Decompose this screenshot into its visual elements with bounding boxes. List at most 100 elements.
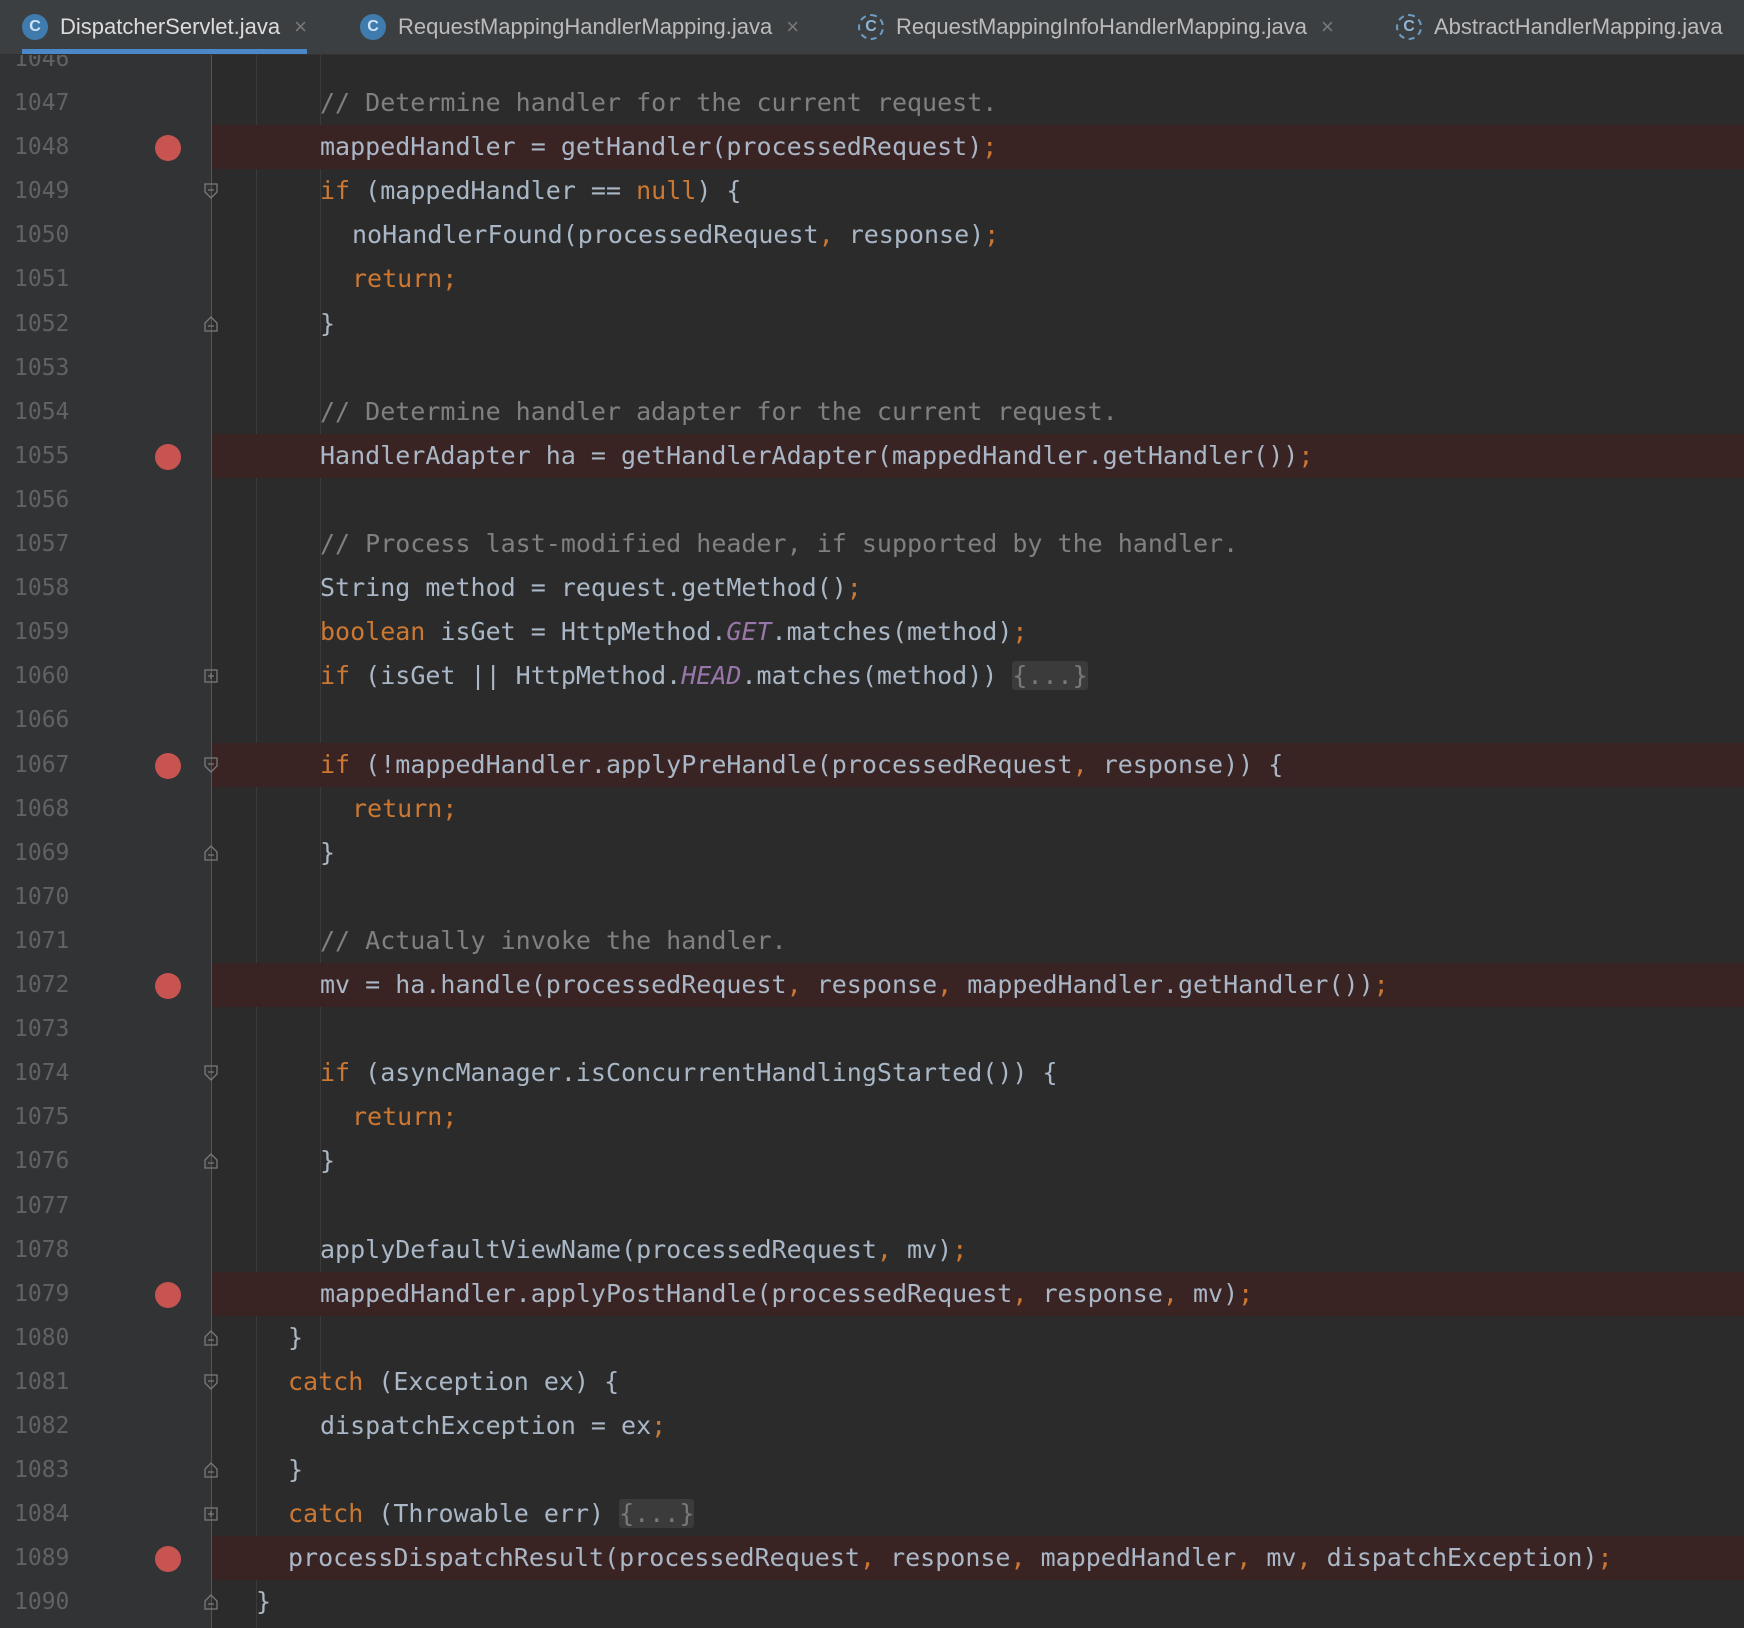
code-text: // Actually invoke the handler. xyxy=(320,919,787,963)
tab-abstracthandlermapping[interactable]: C AbstractHandlerMapping.java xyxy=(1396,0,1723,54)
breakpoint-icon[interactable] xyxy=(155,443,181,470)
code-line[interactable]: 1080} xyxy=(0,1316,1744,1360)
keyword-token: null xyxy=(636,176,697,206)
keyword-token: , xyxy=(1012,1278,1028,1308)
fold-end-icon[interactable] xyxy=(204,1153,218,1170)
tab-label: RequestMappingHandlerMapping.java xyxy=(398,14,773,39)
code-text: return; xyxy=(352,1095,457,1139)
fold-end-icon[interactable] xyxy=(204,1594,218,1611)
code-line[interactable]: 1051 return; xyxy=(0,257,1744,301)
line-number: 1048 xyxy=(14,134,70,161)
fold-end-icon[interactable] xyxy=(204,844,218,861)
code-text: HandlerAdapter ha = getHandlerAdapter(ma… xyxy=(320,434,1313,478)
breakpoint-icon[interactable] xyxy=(155,752,181,779)
line-number: 1073 xyxy=(14,1016,70,1043)
code-editor[interactable]: 1046 1047 // Determine handler for the cur… xyxy=(0,55,1744,1628)
keyword-token: ; xyxy=(1238,1278,1254,1308)
editor-tab-bar: C DispatcherServlet.java × C RequestMappingH… xyxy=(0,0,1744,55)
code-line[interactable]: 1078 applyDefaultViewName(processedReques… xyxy=(0,1228,1744,1272)
folded-region[interactable]: {...} xyxy=(1012,661,1088,691)
code-line[interactable]: 1058 String method = request.getMethod(); xyxy=(0,566,1744,610)
code-line[interactable]: 1083} xyxy=(0,1448,1744,1492)
code-line[interactable]: 1071 // Actually invoke the handler. xyxy=(0,919,1744,963)
code-line[interactable]: 1072 mv = ha.handle(processedRequest, res… xyxy=(0,963,1744,1007)
code-text: dispatchException = ex; xyxy=(320,1404,666,1448)
code-line[interactable]: 1074 if (asyncManager.isConcurrentHandlin… xyxy=(0,1051,1744,1095)
code-token: String method = request.getMethod() xyxy=(320,573,847,603)
comment-token: // Actually invoke the handler. xyxy=(320,925,787,955)
keyword-token: ; xyxy=(1012,617,1028,647)
code-line[interactable]: 1047 // Determine handler for the current… xyxy=(0,81,1744,125)
code-line[interactable]: 1057 // Process last-modified header, if … xyxy=(0,522,1744,566)
code-line[interactable]: 1075 return; xyxy=(0,1095,1744,1139)
code-line[interactable]: 1054 // Determine handler adapter for the… xyxy=(0,390,1744,434)
code-line[interactable]: 1068 return; xyxy=(0,787,1744,831)
fold-collapse-icon[interactable] xyxy=(204,183,218,200)
close-icon[interactable]: × xyxy=(786,14,799,40)
code-line[interactable]: 1082 dispatchException = ex; xyxy=(0,1404,1744,1448)
keyword-token: , xyxy=(876,1234,892,1264)
line-number: 1068 xyxy=(14,795,70,822)
tab-dispatcherservlet[interactable]: C DispatcherServlet.java × xyxy=(22,0,307,54)
code-text: catch (Throwable err) {...} xyxy=(288,1492,695,1536)
keyword-token: if xyxy=(320,661,351,691)
tab-label: AbstractHandlerMapping.java xyxy=(1434,14,1723,39)
code-line[interactable]: 1090} xyxy=(0,1580,1744,1624)
line-number: 1059 xyxy=(14,619,70,646)
line-number: 1049 xyxy=(14,178,70,205)
breakpoint-icon[interactable] xyxy=(155,973,181,999)
breakpoint-icon[interactable] xyxy=(155,1281,181,1308)
fold-expand-icon[interactable] xyxy=(204,668,218,684)
line-number: 1071 xyxy=(14,927,70,954)
keyword-token: return; xyxy=(352,793,458,823)
code-line[interactable]: 1069} xyxy=(0,831,1744,875)
code-line[interactable]: 1059 boolean isGet = HttpMethod.GET.match… xyxy=(0,610,1744,654)
code-line[interactable]: 1073 xyxy=(0,1007,1744,1051)
line-number: 1055 xyxy=(14,442,70,469)
fold-end-icon[interactable] xyxy=(204,315,218,332)
code-token: response xyxy=(875,1543,1011,1573)
code-text: // Determine handler adapter for the cur… xyxy=(320,390,1118,434)
fold-expand-icon[interactable] xyxy=(204,1506,218,1522)
code-line[interactable]: 1089 processDispatchResult(processedReque… xyxy=(0,1536,1744,1581)
code-line[interactable]: 1056 xyxy=(0,478,1744,522)
code-line[interactable]: 1049 if (mappedHandler == null) { xyxy=(0,169,1744,213)
fold-collapse-icon[interactable] xyxy=(204,756,218,773)
code-token: noHandlerFound(processedRequest xyxy=(352,220,819,250)
close-icon[interactable]: × xyxy=(1321,14,1334,40)
code-line[interactable]: 1055 HandlerAdapter ha = getHandlerAdapte… xyxy=(0,433,1744,478)
code-text: return; xyxy=(352,257,457,301)
code-line[interactable]: 1076} xyxy=(0,1139,1744,1183)
breakpoint-icon[interactable] xyxy=(155,135,181,162)
code-line[interactable]: 1060 if (isGet || HttpMethod.HEAD.matches… xyxy=(0,654,1744,698)
code-line[interactable]: 1077 xyxy=(0,1184,1744,1228)
code-token: mappedHandler.applyPostHandle(processedR… xyxy=(320,1278,1013,1308)
close-icon[interactable]: × xyxy=(294,14,307,40)
breakpoint-icon[interactable] xyxy=(155,1546,181,1573)
folded-region[interactable]: {...} xyxy=(619,1499,695,1529)
code-line[interactable]: 1052} xyxy=(0,302,1744,346)
code-line[interactable]: 1081 catch (Exception ex) { xyxy=(0,1360,1744,1404)
code-line[interactable]: 1053 xyxy=(0,346,1744,390)
code-line[interactable]: 1084 catch (Throwable err) {...} xyxy=(0,1492,1744,1536)
fold-end-icon[interactable] xyxy=(204,1462,218,1478)
fold-collapse-icon[interactable] xyxy=(204,1374,218,1390)
keyword-token: catch xyxy=(288,1366,364,1396)
code-line[interactable]: 1079 mappedHandler.applyPostHandle(proces… xyxy=(0,1271,1744,1316)
class-icon: C xyxy=(360,14,386,40)
code-token: response xyxy=(801,970,938,999)
code-token: } xyxy=(320,1146,336,1176)
code-line[interactable]: 1067 if (!mappedHandler.applyPreHandle(pr… xyxy=(0,742,1744,787)
fold-end-icon[interactable] xyxy=(204,1329,218,1346)
tab-requestmappinghandlermapping[interactable]: C RequestMappingHandlerMapping.java × xyxy=(360,0,799,54)
code-line[interactable]: 1066 xyxy=(0,698,1744,742)
line-number: 1066 xyxy=(14,707,70,734)
fold-collapse-icon[interactable] xyxy=(204,1065,218,1082)
keyword-token: , xyxy=(1296,1543,1312,1573)
tab-requestmappinginfohandlermapping[interactable]: C RequestMappingInfoHandlerMapping.java × xyxy=(858,0,1334,54)
line-number: 1090 xyxy=(14,1589,70,1616)
code-line[interactable]: 1048 mappedHandler = getHandler(processed… xyxy=(0,125,1744,170)
code-line[interactable]: 1070 xyxy=(0,875,1744,919)
code-line[interactable]: 1050 noHandlerFound(processedRequest, res… xyxy=(0,213,1744,257)
code-token: .matches(method)) xyxy=(741,661,1013,691)
